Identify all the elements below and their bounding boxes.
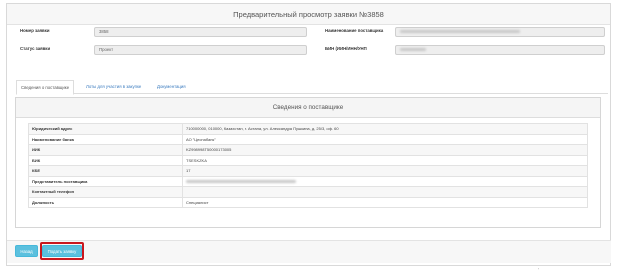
row-key: Наименование банка xyxy=(28,133,183,145)
supplier-field xyxy=(395,27,605,37)
number-label: Номер заявки xyxy=(20,28,50,33)
table-row: Представитель поставщика xyxy=(28,175,588,187)
page-title: Предварительный просмотр заявки №3858 xyxy=(7,4,610,25)
supplier-info-panel: Сведения о поставщике Юридический адрес … xyxy=(15,97,601,228)
row-value: 17 xyxy=(182,165,588,177)
row-key: ИИК xyxy=(28,144,183,156)
footer-bar xyxy=(7,240,611,263)
redacted-text xyxy=(400,30,520,34)
status-field: Проект xyxy=(94,45,307,55)
row-value xyxy=(182,186,588,198)
row-value: KZ998998T50000173005 xyxy=(182,144,588,156)
supplier-label: Наименование поставщика xyxy=(325,28,384,33)
row-key: КБЕ xyxy=(28,165,183,177)
table-row: Контактный телефон xyxy=(28,186,588,198)
tabs-bar: Сведения о поставщике Лоты для участия в… xyxy=(16,80,608,95)
row-value: АО "Цеснабанк" xyxy=(182,133,588,145)
table-row: Должность Специалист xyxy=(28,196,588,208)
row-key: Представитель поставщика xyxy=(28,175,183,187)
row-value: TSESKZKA xyxy=(182,154,588,166)
panel-title: Сведения о поставщике xyxy=(16,98,600,118)
table-row: БИК TSESKZKA xyxy=(28,154,588,166)
table-row: Наименование банка АО "Цеснабанк" xyxy=(28,133,588,145)
supplier-info-table: Юридический адрес 710000000, 010000, Каз… xyxy=(28,123,588,208)
row-value: Специалист xyxy=(182,196,588,208)
status-label: Статус заявки xyxy=(20,46,51,51)
table-row: ИИК KZ998998T50000173005 xyxy=(28,144,588,156)
table-row: КБЕ 17 xyxy=(28,165,588,177)
tab-supplier-info[interactable]: Сведения о поставщике xyxy=(16,80,75,95)
decorative-mark: ʼ xyxy=(538,268,540,274)
bin-field xyxy=(395,45,605,55)
row-key: Должность xyxy=(28,196,183,208)
tab-documentation[interactable]: Документация xyxy=(153,80,190,94)
tab-lots[interactable]: Лоты для участия в закупке xyxy=(82,80,145,94)
bin-label: БИН (ИИН/ИНН/УНП xyxy=(325,46,367,51)
row-key: Юридический адрес xyxy=(28,123,183,135)
table-row: Юридический адрес 710000000, 010000, Каз… xyxy=(28,123,588,135)
number-field: 3858 xyxy=(94,27,307,37)
submit-application-button[interactable]: Подать заявку xyxy=(42,245,82,257)
row-key: Контактный телефон xyxy=(28,186,183,198)
redacted-text xyxy=(186,180,296,184)
redacted-text xyxy=(400,48,426,52)
row-key: БИК xyxy=(28,154,183,166)
row-value: 710000000, 010000, Казахстан, г. Астана,… xyxy=(182,123,588,135)
row-value xyxy=(182,175,588,187)
back-button[interactable]: Назад xyxy=(15,245,38,257)
